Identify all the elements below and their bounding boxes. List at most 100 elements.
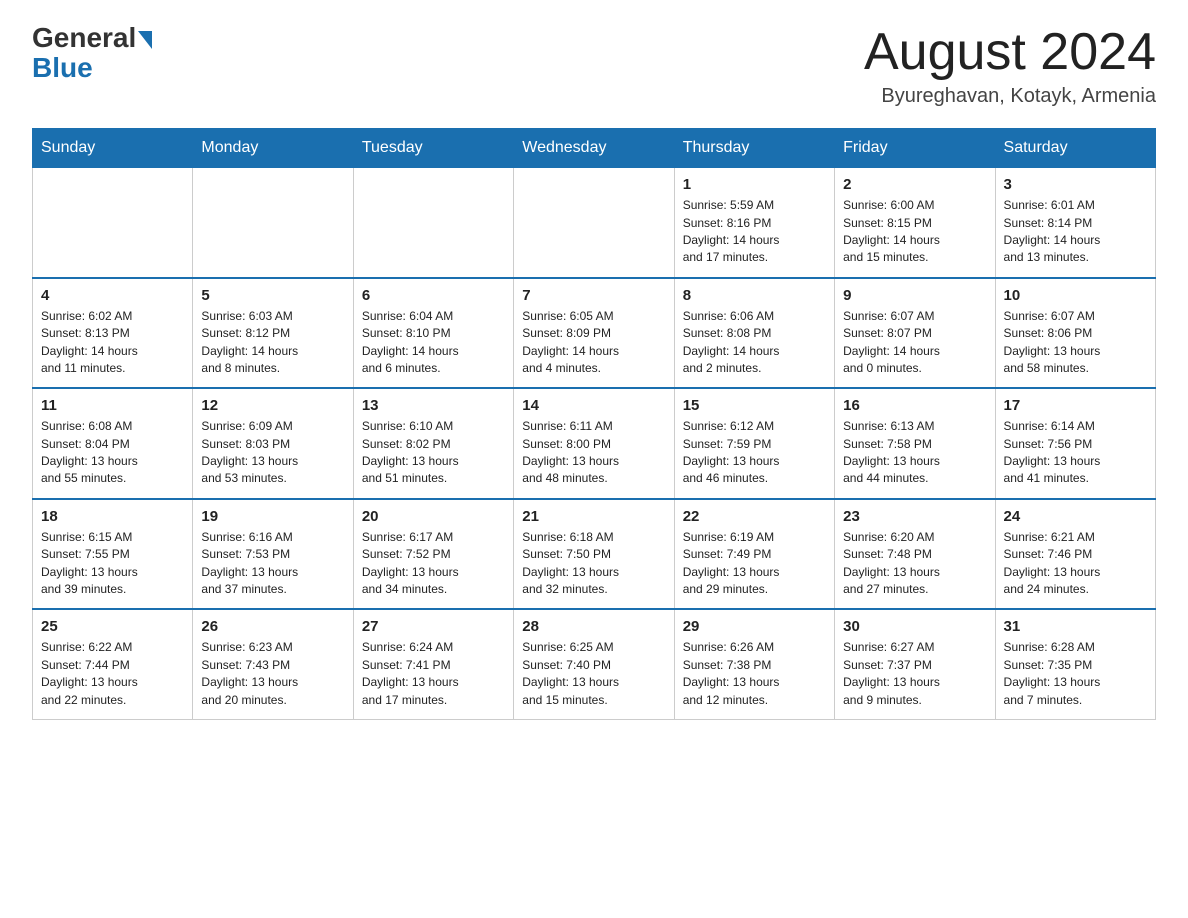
day-info: Sunrise: 6:10 AMSunset: 8:02 PMDaylight:… bbox=[362, 418, 505, 488]
calendar-cell: 30 Sunrise: 6:27 AMSunset: 7:37 PMDayligh… bbox=[835, 609, 995, 719]
page-header: General Blue August 2024 Byureghavan, Ko… bbox=[32, 24, 1156, 108]
day-number: 1 bbox=[683, 176, 826, 193]
day-info: Sunrise: 6:08 AMSunset: 8:04 PMDaylight:… bbox=[41, 418, 184, 488]
day-info: Sunrise: 6:20 AMSunset: 7:48 PMDaylight:… bbox=[843, 529, 986, 599]
day-info: Sunrise: 6:07 AMSunset: 8:07 PMDaylight:… bbox=[843, 308, 986, 378]
day-number: 12 bbox=[201, 397, 344, 414]
calendar-cell: 1 Sunrise: 5:59 AMSunset: 8:16 PMDaylight… bbox=[674, 168, 834, 278]
calendar-cell bbox=[353, 168, 513, 278]
calendar-week-row: 1 Sunrise: 5:59 AMSunset: 8:16 PMDaylight… bbox=[33, 168, 1156, 278]
day-number: 14 bbox=[522, 397, 665, 414]
day-info: Sunrise: 6:14 AMSunset: 7:56 PMDaylight:… bbox=[1004, 418, 1147, 488]
day-number: 24 bbox=[1004, 508, 1147, 525]
weekday-header-wednesday: Wednesday bbox=[514, 129, 674, 168]
day-number: 13 bbox=[362, 397, 505, 414]
day-info: Sunrise: 5:59 AMSunset: 8:16 PMDaylight:… bbox=[683, 197, 826, 267]
calendar-cell: 17 Sunrise: 6:14 AMSunset: 7:56 PMDayligh… bbox=[995, 388, 1155, 499]
calendar-cell: 6Sunrise: 6:04 AMSunset: 8:10 PMDaylight… bbox=[353, 278, 513, 389]
day-info: Sunrise: 6:11 AMSunset: 8:00 PMDaylight:… bbox=[522, 418, 665, 488]
logo-blue-text: Blue bbox=[32, 52, 93, 84]
day-number: 20 bbox=[362, 508, 505, 525]
day-number: 4 bbox=[41, 287, 184, 304]
weekday-header-sunday: Sunday bbox=[33, 129, 193, 168]
logo-arrow-icon bbox=[138, 31, 152, 49]
day-info: Sunrise: 6:21 AMSunset: 7:46 PMDaylight:… bbox=[1004, 529, 1147, 599]
day-number: 17 bbox=[1004, 397, 1147, 414]
day-info: Sunrise: 6:28 AMSunset: 7:35 PMDaylight:… bbox=[1004, 639, 1147, 709]
calendar-cell: 31 Sunrise: 6:28 AMSunset: 7:35 PMDayligh… bbox=[995, 609, 1155, 719]
day-info: Sunrise: 6:13 AMSunset: 7:58 PMDaylight:… bbox=[843, 418, 986, 488]
calendar-week-row: 4Sunrise: 6:02 AMSunset: 8:13 PMDaylight… bbox=[33, 278, 1156, 389]
day-info: Sunrise: 6:25 AMSunset: 7:40 PMDaylight:… bbox=[522, 639, 665, 709]
day-number: 28 bbox=[522, 618, 665, 635]
day-info: Sunrise: 6:17 AMSunset: 7:52 PMDaylight:… bbox=[362, 529, 505, 599]
weekday-header-friday: Friday bbox=[835, 129, 995, 168]
day-info: Sunrise: 6:15 AMSunset: 7:55 PMDaylight:… bbox=[41, 529, 184, 599]
day-number: 8 bbox=[683, 287, 826, 304]
day-number: 27 bbox=[362, 618, 505, 635]
day-info: Sunrise: 6:03 AMSunset: 8:12 PMDaylight:… bbox=[201, 308, 344, 378]
calendar-cell: 19 Sunrise: 6:16 AMSunset: 7:53 PMDayligh… bbox=[193, 499, 353, 610]
calendar-cell: 11 Sunrise: 6:08 AMSunset: 8:04 PMDayligh… bbox=[33, 388, 193, 499]
logo-general-text: General bbox=[32, 24, 136, 52]
day-info: Sunrise: 6:16 AMSunset: 7:53 PMDaylight:… bbox=[201, 529, 344, 599]
day-number: 9 bbox=[843, 287, 986, 304]
weekday-header-monday: Monday bbox=[193, 129, 353, 168]
day-info: Sunrise: 6:07 AMSunset: 8:06 PMDaylight:… bbox=[1004, 308, 1147, 378]
day-number: 26 bbox=[201, 618, 344, 635]
calendar-cell: 20 Sunrise: 6:17 AMSunset: 7:52 PMDayligh… bbox=[353, 499, 513, 610]
calendar-cell: 9 Sunrise: 6:07 AMSunset: 8:07 PMDaylight… bbox=[835, 278, 995, 389]
calendar-cell bbox=[514, 168, 674, 278]
calendar-cell: 3 Sunrise: 6:01 AMSunset: 8:14 PMDaylight… bbox=[995, 168, 1155, 278]
day-info: Sunrise: 6:27 AMSunset: 7:37 PMDaylight:… bbox=[843, 639, 986, 709]
day-number: 15 bbox=[683, 397, 826, 414]
calendar-week-row: 18Sunrise: 6:15 AMSunset: 7:55 PMDayligh… bbox=[33, 499, 1156, 610]
weekday-header-saturday: Saturday bbox=[995, 129, 1155, 168]
calendar-cell: 13 Sunrise: 6:10 AMSunset: 8:02 PMDayligh… bbox=[353, 388, 513, 499]
day-info: Sunrise: 6:19 AMSunset: 7:49 PMDaylight:… bbox=[683, 529, 826, 599]
day-info: Sunrise: 6:23 AMSunset: 7:43 PMDaylight:… bbox=[201, 639, 344, 709]
calendar-cell: 15 Sunrise: 6:12 AMSunset: 7:59 PMDayligh… bbox=[674, 388, 834, 499]
logo: General Blue bbox=[32, 24, 152, 84]
calendar-cell: 29Sunrise: 6:26 AMSunset: 7:38 PMDayligh… bbox=[674, 609, 834, 719]
day-number: 11 bbox=[41, 397, 184, 414]
calendar-cell: 16 Sunrise: 6:13 AMSunset: 7:58 PMDayligh… bbox=[835, 388, 995, 499]
calendar-header-row: SundayMondayTuesdayWednesdayThursdayFrid… bbox=[33, 129, 1156, 168]
day-number: 30 bbox=[843, 618, 986, 635]
day-info: Sunrise: 6:09 AMSunset: 8:03 PMDaylight:… bbox=[201, 418, 344, 488]
day-info: Sunrise: 6:22 AMSunset: 7:44 PMDaylight:… bbox=[41, 639, 184, 709]
calendar-cell: 10 Sunrise: 6:07 AMSunset: 8:06 PMDayligh… bbox=[995, 278, 1155, 389]
calendar-cell: 26 Sunrise: 6:23 AMSunset: 7:43 PMDayligh… bbox=[193, 609, 353, 719]
calendar-cell: 24 Sunrise: 6:21 AMSunset: 7:46 PMDayligh… bbox=[995, 499, 1155, 610]
day-number: 19 bbox=[201, 508, 344, 525]
day-info: Sunrise: 6:05 AMSunset: 8:09 PMDaylight:… bbox=[522, 308, 665, 378]
day-number: 22 bbox=[683, 508, 826, 525]
day-number: 5 bbox=[201, 287, 344, 304]
calendar-cell bbox=[193, 168, 353, 278]
calendar-cell: 4Sunrise: 6:02 AMSunset: 8:13 PMDaylight… bbox=[33, 278, 193, 389]
day-info: Sunrise: 6:18 AMSunset: 7:50 PMDaylight:… bbox=[522, 529, 665, 599]
weekday-header-thursday: Thursday bbox=[674, 129, 834, 168]
calendar-cell bbox=[33, 168, 193, 278]
day-number: 29 bbox=[683, 618, 826, 635]
day-number: 7 bbox=[522, 287, 665, 304]
day-number: 10 bbox=[1004, 287, 1147, 304]
calendar-cell: 28 Sunrise: 6:25 AMSunset: 7:40 PMDayligh… bbox=[514, 609, 674, 719]
day-number: 3 bbox=[1004, 176, 1147, 193]
calendar-cell: 22 Sunrise: 6:19 AMSunset: 7:49 PMDayligh… bbox=[674, 499, 834, 610]
day-number: 23 bbox=[843, 508, 986, 525]
day-info: Sunrise: 6:04 AMSunset: 8:10 PMDaylight:… bbox=[362, 308, 505, 378]
calendar-cell: 27Sunrise: 6:24 AMSunset: 7:41 PMDayligh… bbox=[353, 609, 513, 719]
calendar-cell: 25Sunrise: 6:22 AMSunset: 7:44 PMDayligh… bbox=[33, 609, 193, 719]
day-number: 31 bbox=[1004, 618, 1147, 635]
day-info: Sunrise: 6:12 AMSunset: 7:59 PMDaylight:… bbox=[683, 418, 826, 488]
calendar-table: SundayMondayTuesdayWednesdayThursdayFrid… bbox=[32, 128, 1156, 720]
calendar-cell: 5 Sunrise: 6:03 AMSunset: 8:12 PMDaylight… bbox=[193, 278, 353, 389]
day-info: Sunrise: 6:01 AMSunset: 8:14 PMDaylight:… bbox=[1004, 197, 1147, 267]
calendar-cell: 21Sunrise: 6:18 AMSunset: 7:50 PMDayligh… bbox=[514, 499, 674, 610]
day-info: Sunrise: 6:00 AMSunset: 8:15 PMDaylight:… bbox=[843, 197, 986, 267]
weekday-header-tuesday: Tuesday bbox=[353, 129, 513, 168]
calendar-cell: 14 Sunrise: 6:11 AMSunset: 8:00 PMDayligh… bbox=[514, 388, 674, 499]
location-label: Byureghavan, Kotayk, Armenia bbox=[864, 85, 1156, 108]
day-number: 16 bbox=[843, 397, 986, 414]
